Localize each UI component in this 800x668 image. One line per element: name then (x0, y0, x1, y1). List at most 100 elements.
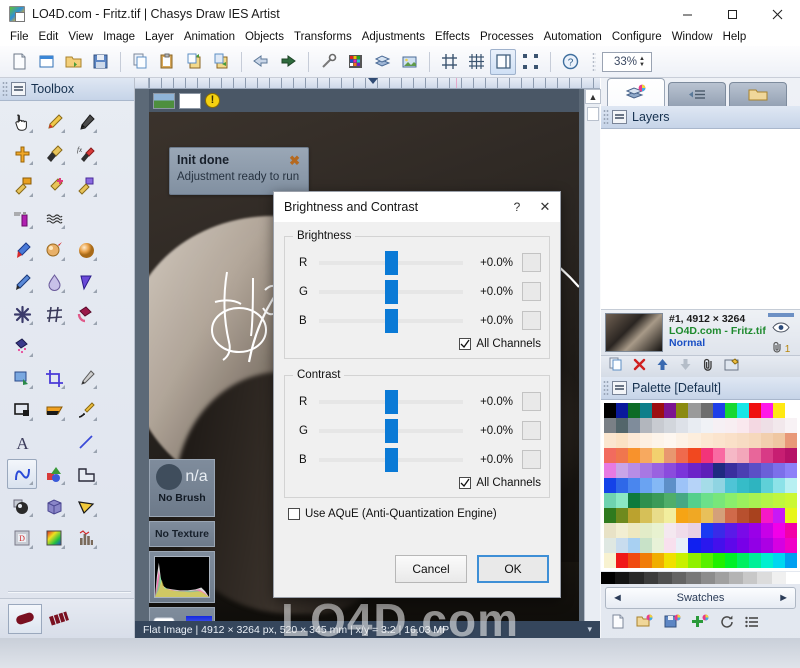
decal-tool[interactable]: D (7, 523, 37, 553)
palette-color-swatch[interactable] (748, 508, 761, 523)
palette-color-swatch[interactable] (748, 418, 761, 433)
vector-pen-tool[interactable] (71, 395, 101, 425)
palette-color-swatch[interactable] (640, 538, 653, 553)
palette-color-swatch[interactable] (664, 478, 677, 493)
grayscale-swatch[interactable] (743, 572, 758, 584)
save-palette-icon[interactable] (664, 614, 681, 634)
palette-color-swatch[interactable] (736, 538, 749, 553)
menu-image[interactable]: Image (98, 28, 140, 46)
palette-color-swatch[interactable] (628, 508, 641, 523)
palette-color-swatch[interactable] (604, 418, 617, 433)
palette-color-swatch[interactable] (628, 418, 641, 433)
dialog-help-icon[interactable]: ? (504, 200, 530, 214)
attach-file-icon[interactable] (702, 358, 714, 376)
new-palette-icon[interactable] (611, 614, 625, 634)
spray-fill-tool[interactable] (7, 331, 37, 361)
palette-color-swatch[interactable] (724, 418, 737, 433)
swatch-next-button[interactable]: ► (778, 592, 789, 604)
palette-color-swatch[interactable] (652, 508, 665, 523)
ok-button[interactable]: OK (477, 555, 549, 583)
palette-color-swatch[interactable] (652, 523, 665, 538)
palette-color-swatch[interactable] (748, 403, 761, 418)
tool-submenu-corner[interactable] (93, 481, 97, 485)
palette-color-swatch[interactable] (724, 523, 737, 538)
brightness-r-slider[interactable] (319, 250, 463, 275)
brush-preview-box[interactable]: n/a No Brush (149, 459, 215, 517)
contrast-g-slider[interactable] (319, 418, 463, 443)
help-button[interactable]: ? (557, 49, 583, 75)
palette-color-swatch[interactable] (628, 553, 641, 568)
palette-color-swatch[interactable] (700, 523, 713, 538)
zoom-level-field[interactable]: 33% ▲ ▼ (602, 51, 652, 72)
palette-color-swatch[interactable] (700, 433, 713, 448)
palette-color-swatch[interactable] (688, 418, 701, 433)
texture-preview-box[interactable]: No Texture (149, 521, 215, 547)
brightness-all-channels-row[interactable]: All Channels (293, 338, 541, 350)
palette-color-swatch[interactable] (700, 538, 713, 553)
polygon-tool[interactable] (71, 459, 101, 489)
grayscale-swatch[interactable] (686, 572, 701, 584)
grayscale-swatch[interactable] (700, 572, 715, 584)
new-window-button[interactable] (33, 49, 59, 75)
tool-submenu-corner[interactable] (61, 417, 65, 421)
palette-color-swatch[interactable] (652, 538, 665, 553)
brightness-b-reset-button[interactable] (522, 311, 541, 330)
tool-submenu-corner[interactable] (29, 353, 33, 357)
palette-color-swatch[interactable] (712, 463, 725, 478)
cube-3d-tool[interactable] (39, 491, 69, 521)
contrast-b-slider[interactable] (319, 447, 463, 472)
blend-sphere-tool[interactable] (39, 235, 69, 265)
tool-submenu-corner[interactable] (93, 129, 97, 133)
cancel-button[interactable]: Cancel (395, 555, 467, 583)
tool-submenu-corner[interactable] (29, 129, 33, 133)
palette-color-swatch[interactable] (748, 553, 761, 568)
pencil-tool[interactable] (39, 107, 69, 137)
paste-new-layer-button[interactable] (181, 49, 207, 75)
palette-color-swatch[interactable] (676, 553, 689, 568)
add-color-icon[interactable] (692, 614, 709, 634)
tool-submenu-corner[interactable] (93, 257, 97, 261)
palette-color-swatch[interactable] (736, 463, 749, 478)
palette-color-swatch[interactable] (760, 433, 773, 448)
grayscale-ramp[interactable] (601, 572, 800, 584)
palette-color-swatch[interactable] (688, 448, 701, 463)
brush-preset-solid[interactable] (8, 603, 42, 634)
palette-color-swatch[interactable] (712, 433, 725, 448)
palette-color-swatch[interactable] (760, 418, 773, 433)
palette-color-swatch[interactable] (748, 448, 761, 463)
star-burst-tool[interactable] (7, 299, 37, 329)
tool-submenu-corner[interactable] (61, 513, 65, 517)
palette-color-swatch[interactable] (712, 508, 725, 523)
palette-color-swatch[interactable] (652, 433, 665, 448)
palette-color-swatch[interactable] (724, 403, 737, 418)
palette-color-swatch[interactable] (664, 463, 677, 478)
paste-into-button[interactable] (208, 49, 234, 75)
tool-submenu-corner[interactable] (61, 129, 65, 133)
tool-submenu-corner[interactable] (29, 513, 33, 517)
palette-color-swatch[interactable] (712, 553, 725, 568)
palette-color-swatch[interactable] (724, 508, 737, 523)
grayscale-swatch[interactable] (757, 572, 772, 584)
move-layer-up-icon[interactable] (656, 358, 669, 376)
palette-color-swatch[interactable] (640, 463, 653, 478)
paste-button[interactable] (154, 49, 180, 75)
palette-color-swatch[interactable] (640, 553, 653, 568)
palette-color-swatch[interactable] (640, 433, 653, 448)
brightness-g-thumb[interactable] (385, 279, 398, 304)
mesh-tool[interactable] (39, 299, 69, 329)
palette-color-swatch[interactable] (724, 463, 737, 478)
page-fit-button[interactable] (490, 48, 516, 75)
palette-color-swatch[interactable] (736, 553, 749, 568)
palette-color-swatch[interactable] (604, 463, 617, 478)
marker-tool[interactable] (7, 267, 37, 297)
layers-list[interactable] (601, 129, 800, 309)
pointer-tool[interactable] (7, 107, 37, 137)
fullscreen-button[interactable] (517, 49, 543, 75)
palette-panel-grip[interactable] (603, 380, 609, 396)
toolbar-grip[interactable] (592, 51, 596, 72)
palette-color-swatch[interactable] (676, 478, 689, 493)
contrast-b-thumb[interactable] (385, 447, 398, 472)
palette-color-swatch[interactable] (688, 553, 701, 568)
grayscale-swatch[interactable] (629, 572, 644, 584)
tool-submenu-corner[interactable] (93, 193, 97, 197)
